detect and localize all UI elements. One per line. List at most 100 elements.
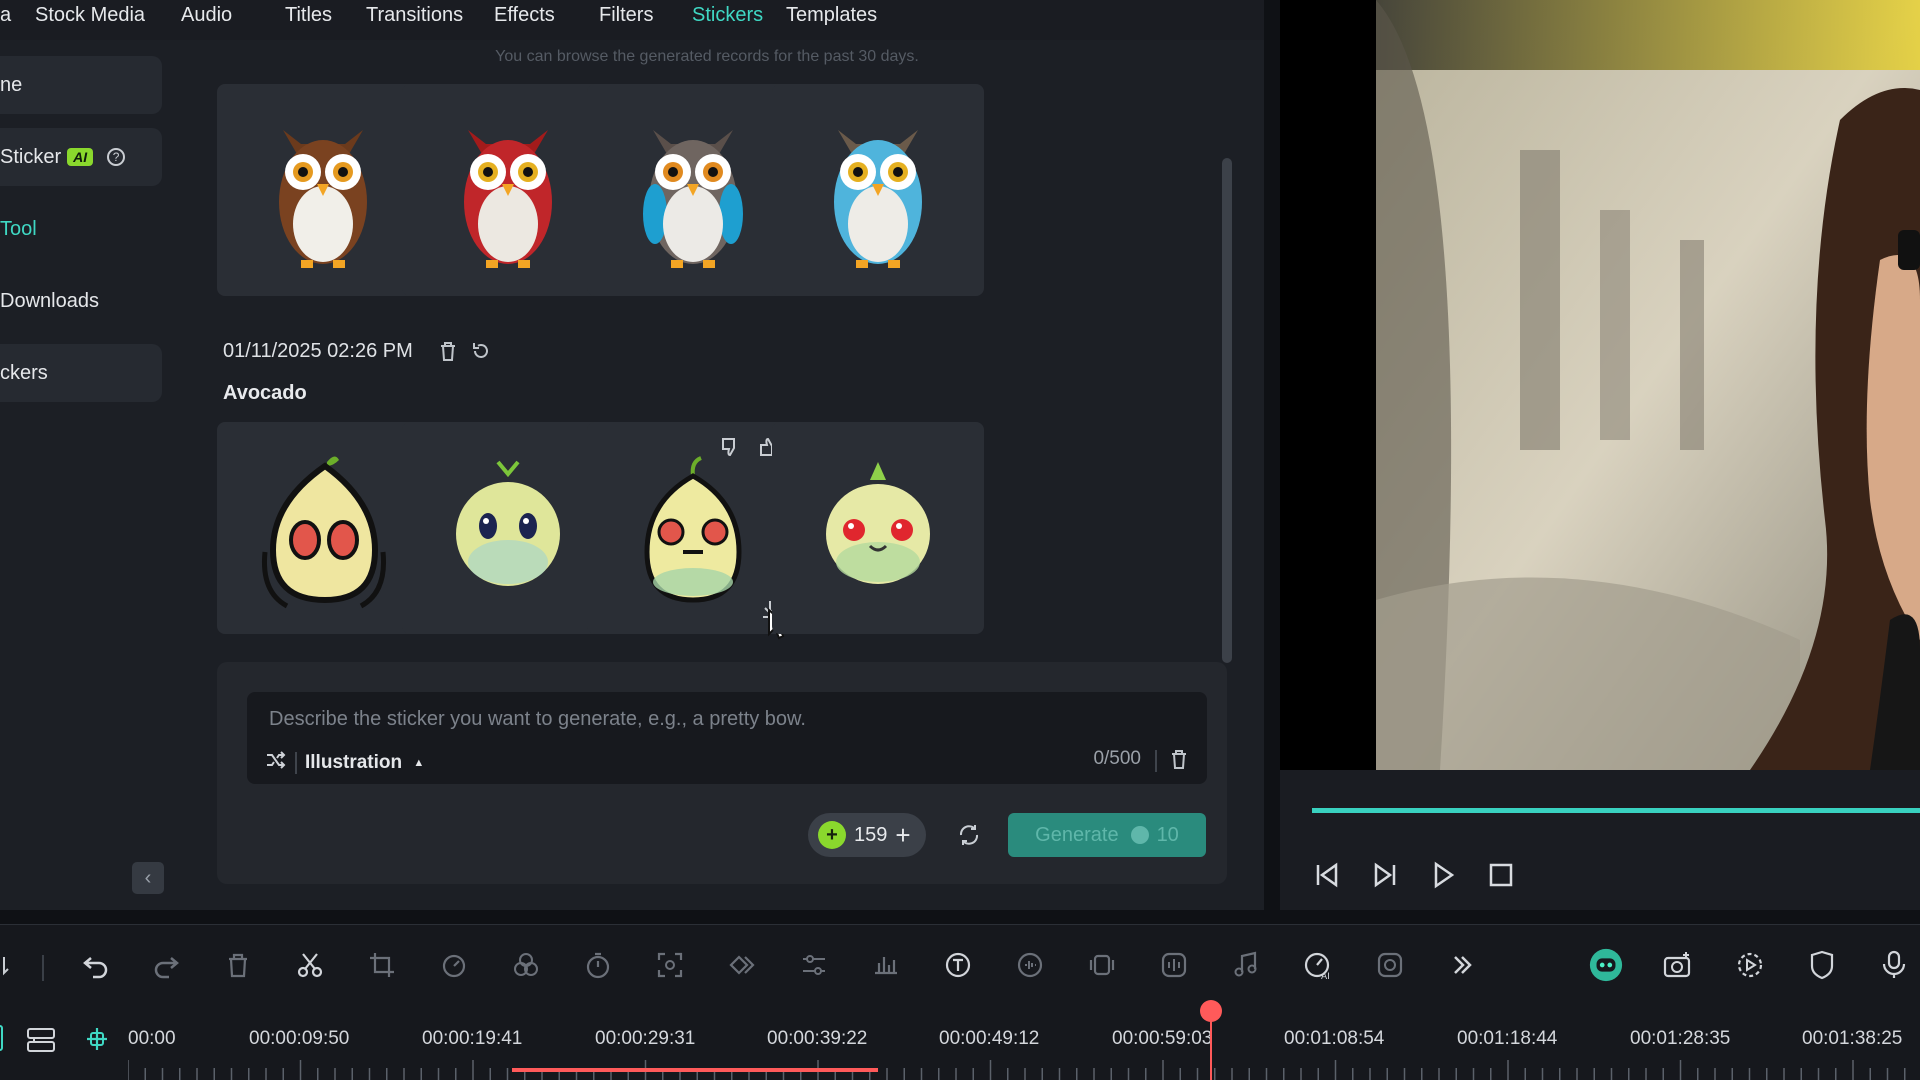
redo-icon[interactable] [148,947,184,983]
regenerate-record-icon[interactable] [470,340,492,367]
color-icon[interactable] [508,947,544,983]
history-hint: You can browse the generated records for… [495,48,919,65]
left-panel: ne Sticker AI ? Tool Downloads ckers ‹ [0,40,190,910]
divider [42,955,44,981]
timeline-ruler[interactable]: 00:00 00:00:09:50 00:00:19:41 00:00:29:3… [0,1000,1920,1080]
sticker-thumb-owl-brown[interactable] [217,84,429,296]
style-label: Illustration [305,752,403,773]
render-preview-icon[interactable] [1732,947,1768,983]
sticker-thumb-owl-blue-grey[interactable] [587,84,799,296]
sticker-thumb-owl-red[interactable] [402,84,614,296]
sticker-thumb-avocado-4[interactable] [772,422,984,634]
nav-tab-stock-media[interactable]: Stock Media [35,4,145,27]
timecode-tick: 00:01:18:44 [1457,1028,1558,1049]
audio-mixer-icon[interactable] [868,947,904,983]
divider [295,752,297,774]
sidebar-item-downloads[interactable]: Downloads [0,272,162,330]
snap-icon[interactable] [82,1024,112,1059]
nav-tab-effects[interactable]: Effects [494,4,555,27]
sidebar-item-tool[interactable]: Tool [0,200,162,258]
keyframe-icon[interactable] [724,947,760,983]
nav-tab-filters[interactable]: Filters [599,4,653,27]
ai-assistant-icon[interactable] [1588,947,1624,983]
split-scissors-icon[interactable] [292,947,328,983]
nav-tab-transitions[interactable]: Transitions [366,4,463,27]
microphone-icon[interactable] [1876,947,1912,983]
ai-speed-icon[interactable]: AI [1300,947,1336,983]
nav-tab-partial[interactable]: a [0,4,11,27]
nav-tab-titles[interactable]: Titles [285,4,332,27]
music-icon[interactable] [1228,947,1264,983]
snapshot-icon[interactable] [1660,947,1696,983]
stop-button[interactable] [1486,860,1516,895]
shuffle-icon[interactable] [265,750,287,776]
timecode-tick: 00:01:28:35 [1630,1028,1731,1049]
sticker-thumb-avocado-2[interactable] [402,422,614,634]
voice-changer-icon[interactable] [1012,947,1048,983]
next-frame-button[interactable] [1370,860,1400,895]
sidebar-item-ai-sticker[interactable]: Sticker AI ? [0,128,162,186]
sticker-thumb-avocado-3[interactable] [587,422,799,640]
select-tool-icon[interactable] [0,947,22,983]
auto-reframe-icon[interactable] [652,947,688,983]
nav-tab-templates[interactable]: Templates [786,4,877,27]
chevron-left-icon: ‹ [144,866,152,889]
stabilize-icon[interactable] [1084,947,1120,983]
sidebar-item-label: Sticker [0,145,62,168]
add-credits-icon[interactable]: + [895,820,910,851]
prev-frame-button[interactable] [1312,860,1342,895]
playback-progress-fill [1312,808,1920,813]
adjust-icon[interactable] [796,947,832,983]
video-preview[interactable] [1280,0,1920,770]
timecode-tick: 00:00:29:31 [595,1028,696,1049]
generate-button[interactable]: Generate 10 [1008,813,1206,857]
character-counter: 0/500 [1093,748,1141,769]
shield-icon[interactable] [1804,947,1840,983]
sidebar-item-label: Tool [0,217,37,240]
credit-coin-icon [1130,826,1149,844]
style-dropdown[interactable]: Illustration ▲ [305,752,424,774]
nav-tab-audio[interactable]: Audio [181,4,232,27]
ai-text-icon[interactable] [940,947,976,983]
refresh-credits-icon[interactable] [957,823,981,852]
content-scrollbar[interactable] [1222,158,1232,663]
svg-text:AI: AI [1321,972,1330,981]
play-button[interactable] [1428,860,1458,895]
sidebar-item-home[interactable]: ne [0,56,162,114]
owl-brown-icon [279,130,367,268]
track-manager-icon[interactable] [26,1026,58,1059]
style-selector-row: Illustration ▲ [265,750,424,776]
timecode-tick: 00:00:59:03 [1112,1028,1213,1049]
owl-red-icon [464,130,552,268]
sidebar-item-stickers[interactable]: ckers [0,344,162,402]
mask-icon[interactable] [1372,947,1408,983]
avocado-2-icon [456,460,560,586]
sidebar-item-label: ne [0,73,23,96]
delete-icon[interactable] [220,947,256,983]
more-tools-icon[interactable] [1444,947,1480,983]
speed-icon[interactable] [436,947,472,983]
duration-icon[interactable] [580,947,616,983]
delete-record-icon[interactable] [438,340,458,367]
playhead-handle[interactable] [1200,1000,1222,1022]
audio-wave-icon[interactable] [1156,947,1192,983]
nav-tab-stickers[interactable]: Stickers [692,4,763,27]
prompt-input[interactable]: Describe the sticker you want to generat… [247,692,1207,784]
undo-icon[interactable] [78,947,114,983]
playback-progress-bar[interactable] [1312,808,1920,813]
record-timestamp: 01/11/2025 02:26 PM [223,340,413,362]
owl-blue-grey-icon [643,130,743,268]
track-icon[interactable] [0,1024,8,1057]
clear-prompt-icon[interactable] [1169,748,1189,775]
help-icon[interactable]: ? [107,148,126,166]
sidebar-item-label: Downloads [0,289,99,312]
crop-icon[interactable] [364,947,400,983]
sticker-thumb-avocado-1[interactable] [217,422,429,634]
sticker-thumb-owl-cyan[interactable] [772,84,984,296]
avocado-4-icon [826,462,930,584]
video-frame-image [1376,0,1920,770]
avocado-1-icon [261,456,387,609]
collapse-panel-button[interactable]: ‹ [132,862,164,894]
credits-pill[interactable]: + 159 + [808,813,926,857]
generate-cost: 10 [1156,823,1179,846]
